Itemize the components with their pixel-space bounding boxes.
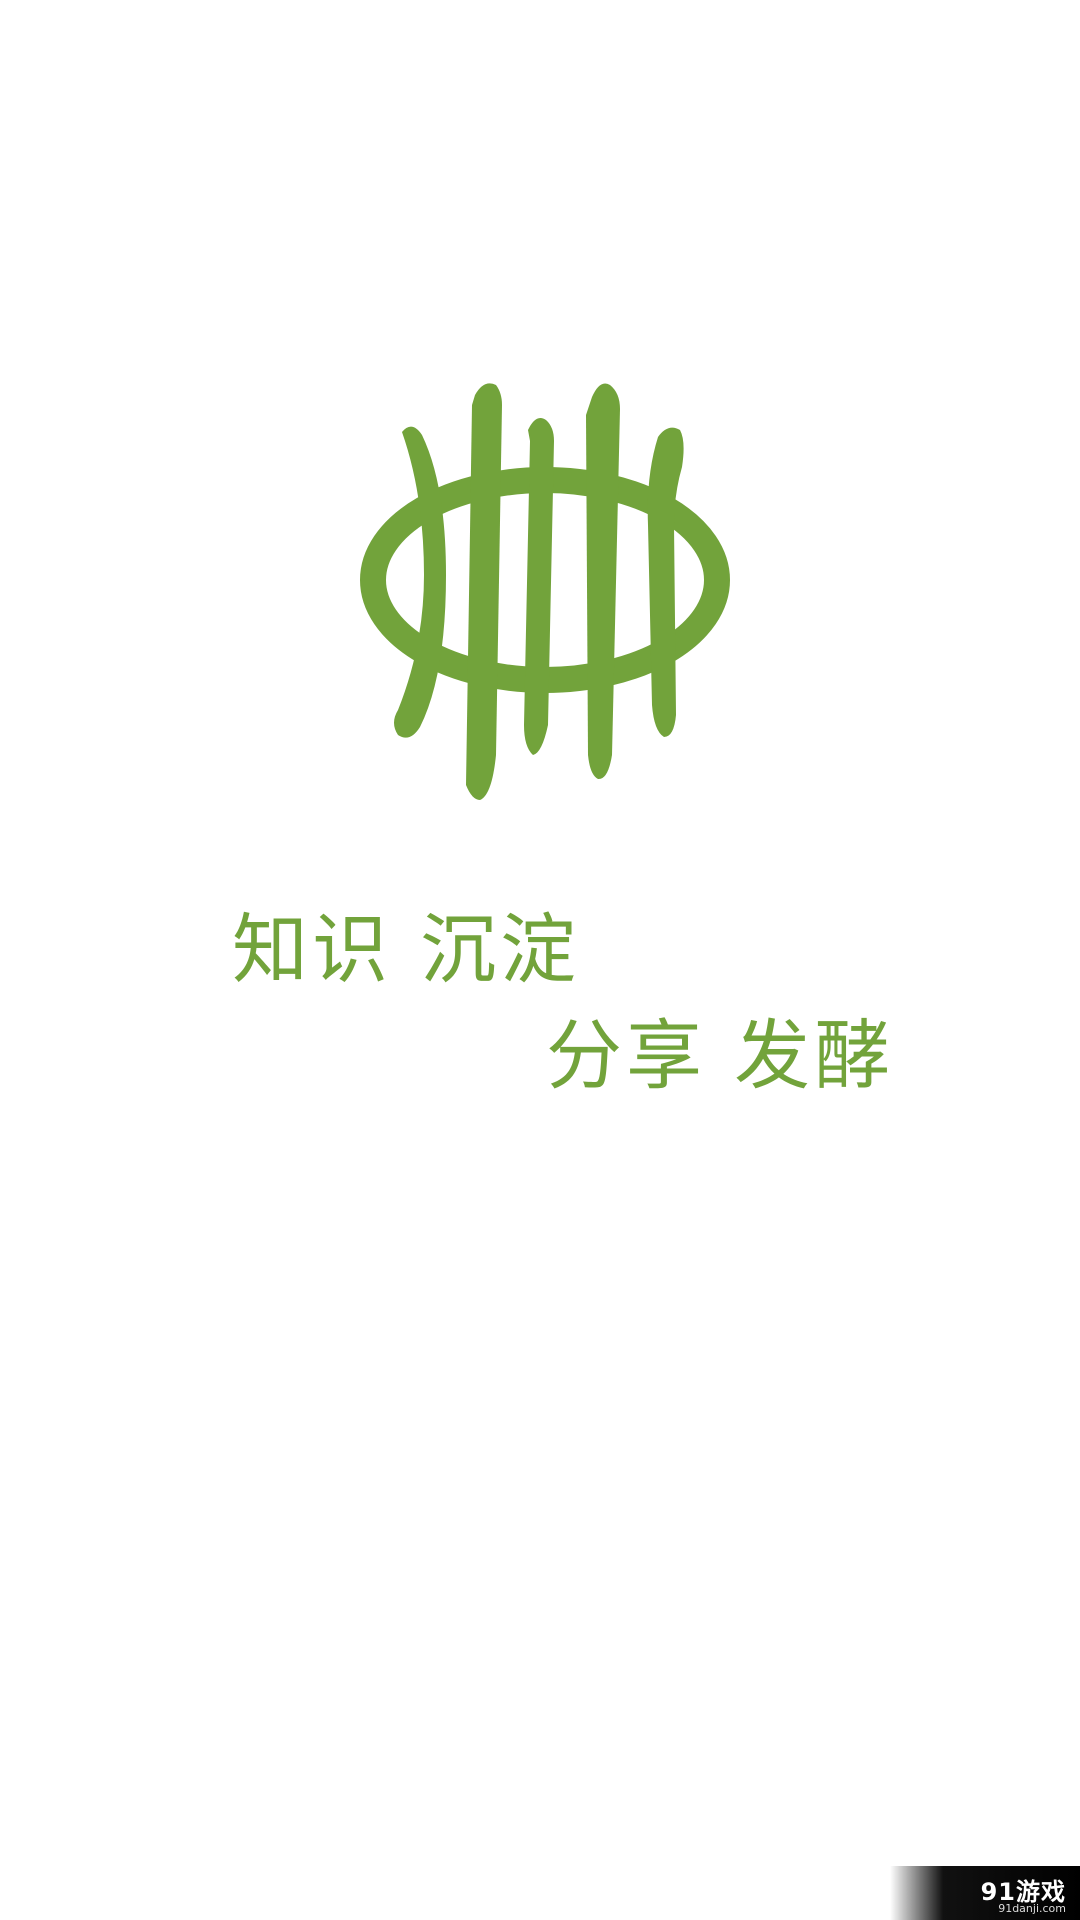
watermark: 91游戏 91danji.com [890,1866,1080,1920]
watermark-url: 91danji.com [998,1902,1066,1915]
splash-screen: 知识 沉淀 分享 发酵 91游戏 91danji.com [0,0,1080,1920]
fence-ellipse-logo-icon [360,383,730,800]
slogan-line-1: 知识 沉淀 [232,905,581,994]
slogan-line-2: 分享 发酵 [546,1011,895,1100]
